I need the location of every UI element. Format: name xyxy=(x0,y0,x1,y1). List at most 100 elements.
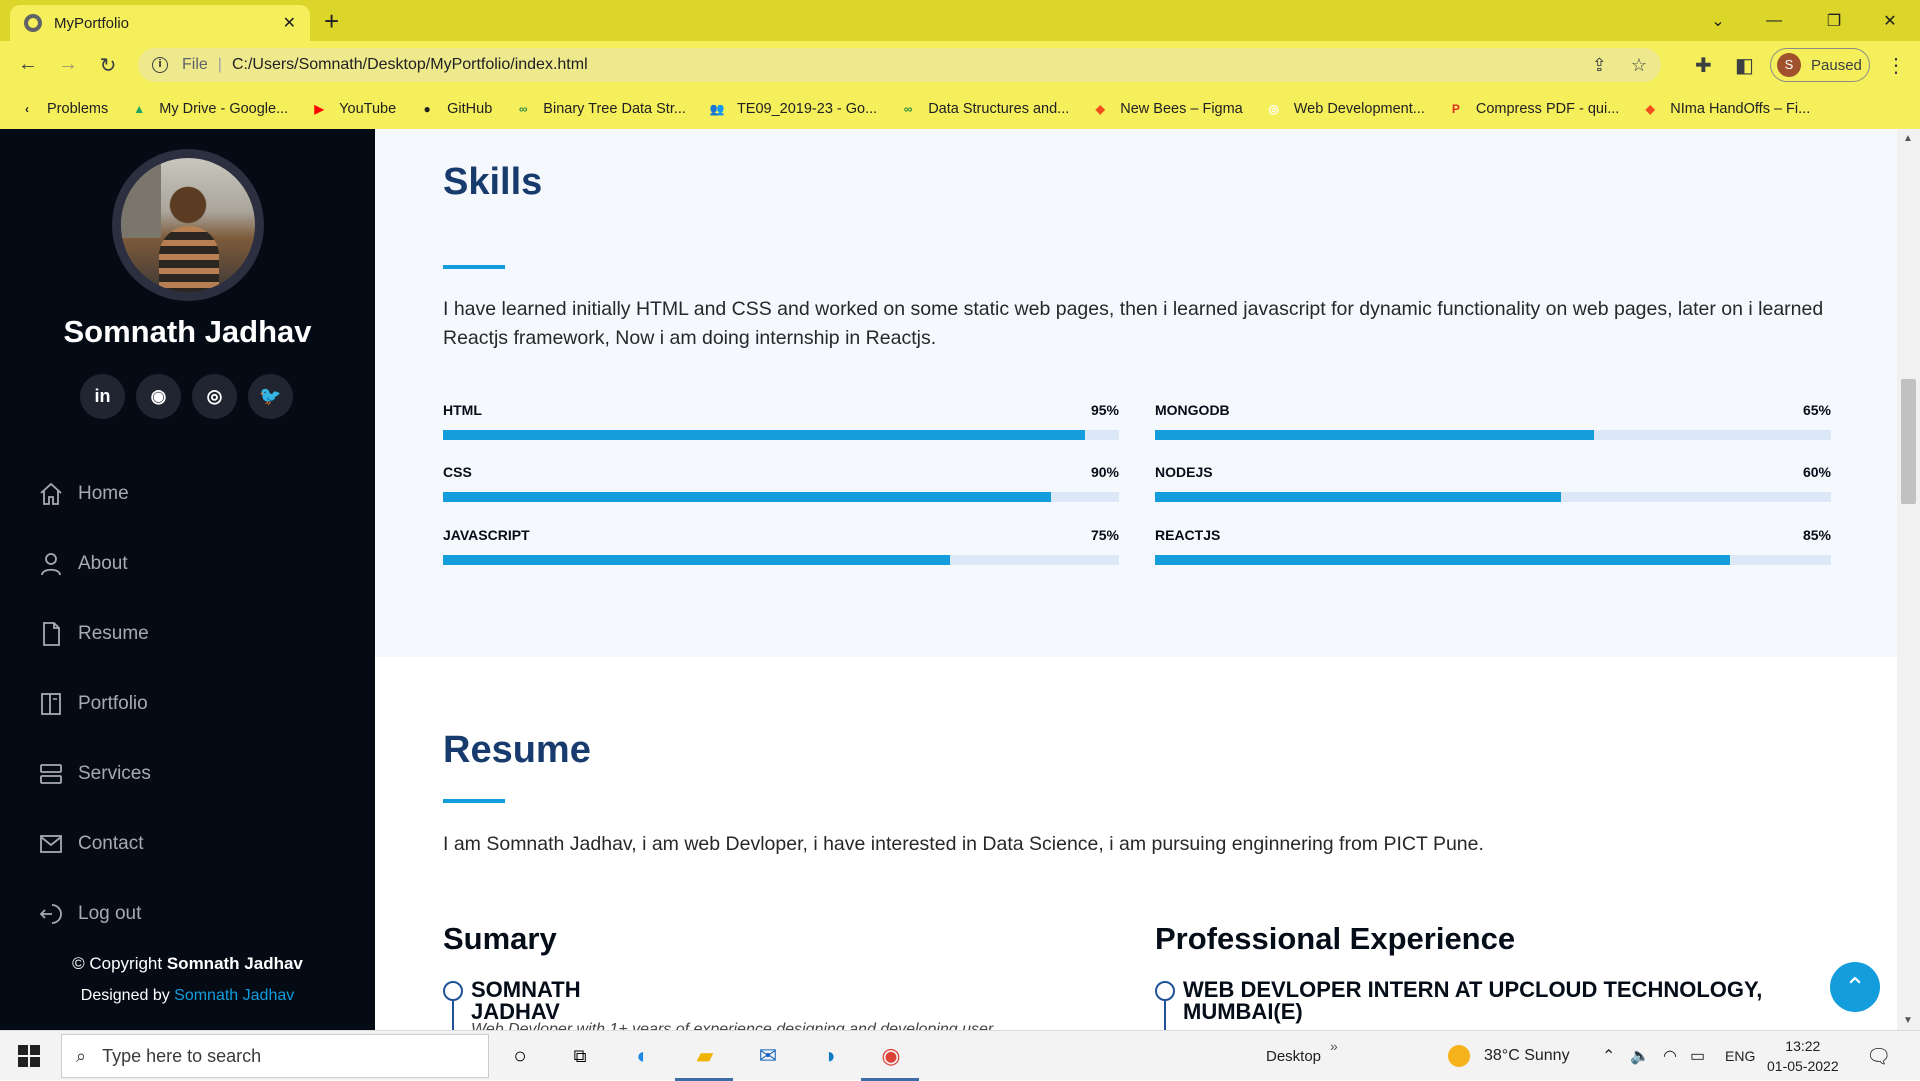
bookmark-item[interactable]: ● GitHub xyxy=(418,101,493,117)
side-panel-icon[interactable]: ◧ xyxy=(1735,53,1754,78)
url-text[interactable]: C:/Users/Somnath/Desktop/MyPortfolio/ind… xyxy=(232,56,1568,74)
bookmark-item[interactable]: ◎ Web Development... xyxy=(1265,101,1425,117)
tray-chevron-icon[interactable]: ⌃ xyxy=(1602,1031,1615,1081)
minimize-icon[interactable]: — xyxy=(1746,0,1802,41)
scroll-up-icon[interactable]: ▲ xyxy=(1903,133,1913,144)
bookmark-label: Web Development... xyxy=(1293,101,1425,117)
experience-item-title: WEB DEVLOPER INTERN AT UPCLOUD TECHNOLOG… xyxy=(1183,977,1763,1024)
bookmark-item[interactable]: ∞ Data Structures and... xyxy=(899,101,1069,117)
taskbar-search[interactable]: ⌕ Type here to search xyxy=(61,1034,489,1078)
designer-link[interactable]: Somnath Jadhav xyxy=(174,987,294,1004)
clock[interactable]: 13:22 01-05-2022 xyxy=(1767,1031,1839,1081)
cortana-icon[interactable]: ○ xyxy=(503,1039,537,1073)
linkedin-icon[interactable]: in xyxy=(80,374,125,419)
bookmark-favicon-icon: ▲ xyxy=(133,102,146,116)
browser-tab-bar: MyPortfolio ✕ + ⌄ — ❐ ✕ xyxy=(0,0,1920,41)
nav-item-log-out[interactable]: Log out xyxy=(38,879,151,949)
bookmark-favicon-icon: ‹ xyxy=(25,102,29,116)
nav-item-home[interactable]: Home xyxy=(38,459,151,529)
address-bar[interactable]: i File | C:/Users/Somnath/Desktop/MyPort… xyxy=(138,48,1661,82)
bookmark-item[interactable]: ▲ My Drive - Google... xyxy=(130,101,288,117)
twitter-icon[interactable]: 🐦 xyxy=(248,374,293,419)
restore-icon[interactable]: ❐ xyxy=(1806,0,1862,41)
browser-tab[interactable]: MyPortfolio ✕ xyxy=(10,5,310,41)
bookmark-item[interactable]: ◆ NIma HandOffs – Fi... xyxy=(1641,101,1811,117)
task-view-icon[interactable]: ⧉ xyxy=(563,1039,597,1073)
skill-name: HTML xyxy=(443,402,482,418)
info-icon[interactable]: i xyxy=(152,57,168,73)
skill-progress-track xyxy=(1155,430,1831,440)
bookmark-label: Data Structures and... xyxy=(928,101,1070,117)
profile-status: Paused xyxy=(1811,56,1862,74)
nav-item-label: Contact xyxy=(78,833,144,854)
volume-icon[interactable]: 🔈 xyxy=(1630,1031,1650,1081)
file-explorer-icon[interactable]: ▰ xyxy=(688,1039,722,1073)
language-indicator[interactable]: ENG xyxy=(1725,1031,1755,1081)
bookmark-item[interactable]: ▶ YouTube xyxy=(310,101,397,117)
weather-widget[interactable]: 38°C Sunny xyxy=(1448,1031,1570,1081)
reload-icon[interactable]: ↻ xyxy=(96,53,120,78)
back-to-top-button[interactable]: ⌃ xyxy=(1830,962,1880,1012)
bookmark-favicon-icon: ∞ xyxy=(519,102,528,116)
summary-item-subtitle: Web Devloper with 1+ years of experience… xyxy=(471,1021,994,1030)
nav-item-contact[interactable]: Contact xyxy=(38,809,151,879)
bookmark-item[interactable]: ◆ New Bees – Figma xyxy=(1091,101,1243,117)
extensions-icon[interactable]: ✚ xyxy=(1695,53,1712,78)
skill-item: JAVASCRIPT 75% xyxy=(443,527,1119,565)
github-icon[interactable]: ◉ xyxy=(136,374,181,419)
profile-button[interactable]: S Paused xyxy=(1770,48,1870,82)
share-icon[interactable]: ⇪ xyxy=(1592,55,1607,76)
social-links: in ◉ ◎ 🐦 xyxy=(80,374,293,419)
sun-icon xyxy=(1448,1045,1470,1067)
skill-percent: 85% xyxy=(1802,527,1831,543)
nav-item-resume[interactable]: Resume xyxy=(38,599,151,669)
mail-icon[interactable]: ✉ xyxy=(751,1039,785,1073)
instagram-icon[interactable]: ◎ xyxy=(192,374,237,419)
skill-percent: 65% xyxy=(1802,402,1831,418)
bookmark-label: My Drive - Google... xyxy=(159,101,289,117)
nav-item-services[interactable]: Services xyxy=(38,739,151,809)
scrollbar-thumb[interactable] xyxy=(1901,379,1916,504)
nav-item-portfolio[interactable]: Portfolio xyxy=(38,669,151,739)
bookmark-favicon-icon: P xyxy=(1451,102,1460,116)
toolbar-chevron-icon[interactable]: » xyxy=(1330,1021,1338,1071)
bookmark-item[interactable]: ∞ Binary Tree Data Str... xyxy=(514,101,686,117)
clock-date: 01-05-2022 xyxy=(1767,1058,1839,1074)
home-icon xyxy=(40,482,62,505)
menu-kebab-icon[interactable]: ⋮ xyxy=(1886,53,1906,78)
tab-search-icon[interactable]: ⌄ xyxy=(1690,0,1746,41)
back-arrow-icon[interactable]: ← xyxy=(16,53,40,76)
notifications-icon[interactable]: 🗨 xyxy=(1866,1031,1891,1081)
nav-item-label: Home xyxy=(78,483,129,504)
bookmark-item[interactable]: P Compress PDF - qui... xyxy=(1447,101,1619,117)
forward-arrow-icon[interactable]: → xyxy=(56,53,80,76)
timeline-dot xyxy=(1155,981,1175,1001)
battery-icon[interactable]: ▭ xyxy=(1690,1031,1705,1081)
page-scrollbar[interactable]: ▲ ▼ xyxy=(1897,129,1920,1030)
globe-icon xyxy=(24,14,42,32)
clock-time: 13:22 xyxy=(1785,1038,1821,1054)
bookmark-star-icon[interactable]: ☆ xyxy=(1631,55,1647,76)
new-tab-button[interactable]: + xyxy=(324,6,339,37)
skills-underline xyxy=(443,265,505,269)
bookmark-item[interactable]: ‹ Problems xyxy=(18,101,108,117)
tab-close-icon[interactable]: ✕ xyxy=(283,13,296,33)
nav-item-label: About xyxy=(78,553,128,574)
designed-by: Designed by Somnath Jadhav xyxy=(0,987,375,1005)
windows-start-icon[interactable] xyxy=(18,1045,40,1067)
search-icon: ⌕ xyxy=(76,1045,87,1066)
window-close-icon[interactable]: ✕ xyxy=(1862,0,1918,41)
desktop-toolbar-label[interactable]: Desktop xyxy=(1266,1031,1321,1081)
chrome-icon[interactable]: ◉ xyxy=(874,1039,908,1073)
resume-title: Resume xyxy=(443,729,591,771)
bookmark-label: Problems xyxy=(47,101,109,117)
windows-taskbar: ⌕ Type here to search ○ ⧉ ◐ ▰ ✉ ◑ ◉ Desk… xyxy=(0,1030,1920,1081)
edge-icon[interactable]: ◑ xyxy=(812,1039,846,1073)
weather-text: 38°C Sunny xyxy=(1484,1047,1570,1064)
skill-item: NODEJS 60% xyxy=(1155,464,1831,502)
nav-item-about[interactable]: About xyxy=(38,529,151,599)
app-icon[interactable]: ◐ xyxy=(626,1039,660,1073)
bookmark-item[interactable]: 👥 TE09_2019-23 - Go... xyxy=(708,101,877,117)
wifi-icon[interactable]: ◠ xyxy=(1663,1031,1677,1081)
scroll-down-icon[interactable]: ▼ xyxy=(1903,1015,1913,1026)
